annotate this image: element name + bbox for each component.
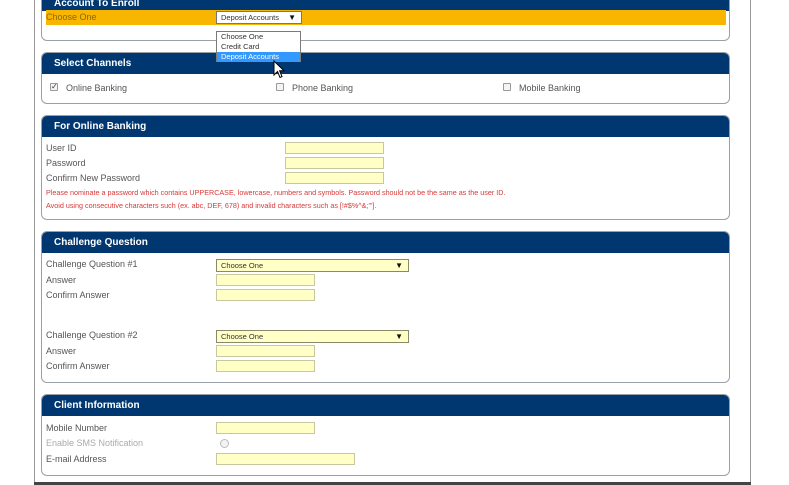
account-type-dropdown-list: Choose One Credit Card Deposit Accounts	[216, 31, 301, 62]
panel-header: Challenge Question	[42, 232, 729, 253]
answer-2-label: Answer	[46, 346, 77, 356]
phone-banking-checkbox[interactable]	[276, 83, 284, 91]
choose-one-label: Choose One	[46, 12, 97, 22]
enable-sms-toggle[interactable]	[220, 439, 229, 448]
confirm-answer-2-label: Confirm Answer	[46, 361, 110, 371]
account-to-enroll-panel: Account To Enroll Choose One Deposit Acc…	[41, 0, 730, 41]
account-to-enroll-title: Account To Enroll	[54, 0, 140, 9]
phone-banking-label: Phone Banking	[292, 83, 354, 93]
mobile-banking-label: Mobile Banking	[519, 83, 581, 93]
confirm-password-input[interactable]	[285, 172, 384, 184]
challenge-question-1-value: Choose One	[221, 261, 264, 270]
confirm-answer-1-label: Confirm Answer	[46, 290, 110, 300]
confirm-answer-2-input[interactable]	[216, 360, 315, 372]
account-type-select[interactable]: Deposit Accounts ▼	[216, 11, 302, 24]
user-id-label: User ID	[46, 143, 77, 153]
answer-1-label: Answer	[46, 275, 77, 285]
challenge-question-1-select[interactable]: Choose One ▼	[216, 259, 409, 272]
mobile-banking-checkbox[interactable]	[503, 83, 511, 91]
enable-sms-label: Enable SMS Notification	[46, 438, 144, 448]
mouse-cursor-icon	[273, 60, 285, 79]
option-choose-one[interactable]: Choose One	[217, 32, 300, 42]
password-rule-note: Please nominate a password which contain…	[46, 188, 506, 197]
challenge-question-title: Challenge Question	[54, 237, 148, 248]
confirm-answer-1-input[interactable]	[216, 289, 315, 301]
online-banking-label: Online Banking	[66, 83, 128, 93]
dropdown-arrow-icon: ▼	[395, 332, 403, 341]
page-frame-left	[34, 0, 35, 485]
panel-header: For Online Banking	[42, 116, 729, 137]
online-banking-title: For Online Banking	[54, 121, 147, 132]
option-credit-card[interactable]: Credit Card	[217, 42, 300, 52]
page-frame-right	[750, 0, 751, 485]
select-channels-panel: Select Channels ✓ Online Banking Phone B…	[41, 52, 730, 104]
selected-row-highlight	[46, 10, 726, 25]
panel-header: Client Information	[42, 395, 729, 416]
client-information-title: Client Information	[54, 400, 140, 411]
email-address-input[interactable]	[216, 453, 355, 465]
dropdown-arrow-icon: ▼	[395, 261, 403, 270]
answer-2-input[interactable]	[216, 345, 315, 357]
select-channels-title: Select Channels	[54, 58, 132, 69]
dropdown-arrow-icon: ▼	[288, 13, 296, 22]
password-input[interactable]	[285, 157, 384, 169]
challenge-question-2-select[interactable]: Choose One ▼	[216, 330, 409, 343]
account-type-value: Deposit Accounts	[221, 13, 279, 22]
online-banking-checkbox[interactable]: ✓	[50, 83, 58, 91]
online-banking-panel: For Online Banking User ID Password Conf…	[41, 115, 730, 220]
mobile-number-input[interactable]	[216, 422, 315, 434]
challenge-question-panel: Challenge Question Challenge Question #1…	[41, 231, 730, 383]
panel-header: Select Channels	[42, 53, 729, 74]
invalid-characters-note: Avoid using consecutive characters such …	[46, 201, 377, 210]
user-id-input[interactable]	[285, 142, 384, 154]
challenge-question-2-value: Choose One	[221, 332, 264, 341]
challenge-question-2-label: Challenge Question #2	[46, 330, 138, 340]
mobile-number-label: Mobile Number	[46, 423, 108, 433]
email-address-label: E-mail Address	[46, 454, 107, 464]
answer-1-input[interactable]	[216, 274, 315, 286]
challenge-question-1-label: Challenge Question #1	[46, 259, 138, 269]
confirm-password-label: Confirm New Password	[46, 173, 141, 183]
client-information-panel: Client Information Mobile Number Enable …	[41, 394, 730, 476]
password-label: Password	[46, 158, 86, 168]
option-deposit-accounts[interactable]: Deposit Accounts	[217, 52, 300, 62]
